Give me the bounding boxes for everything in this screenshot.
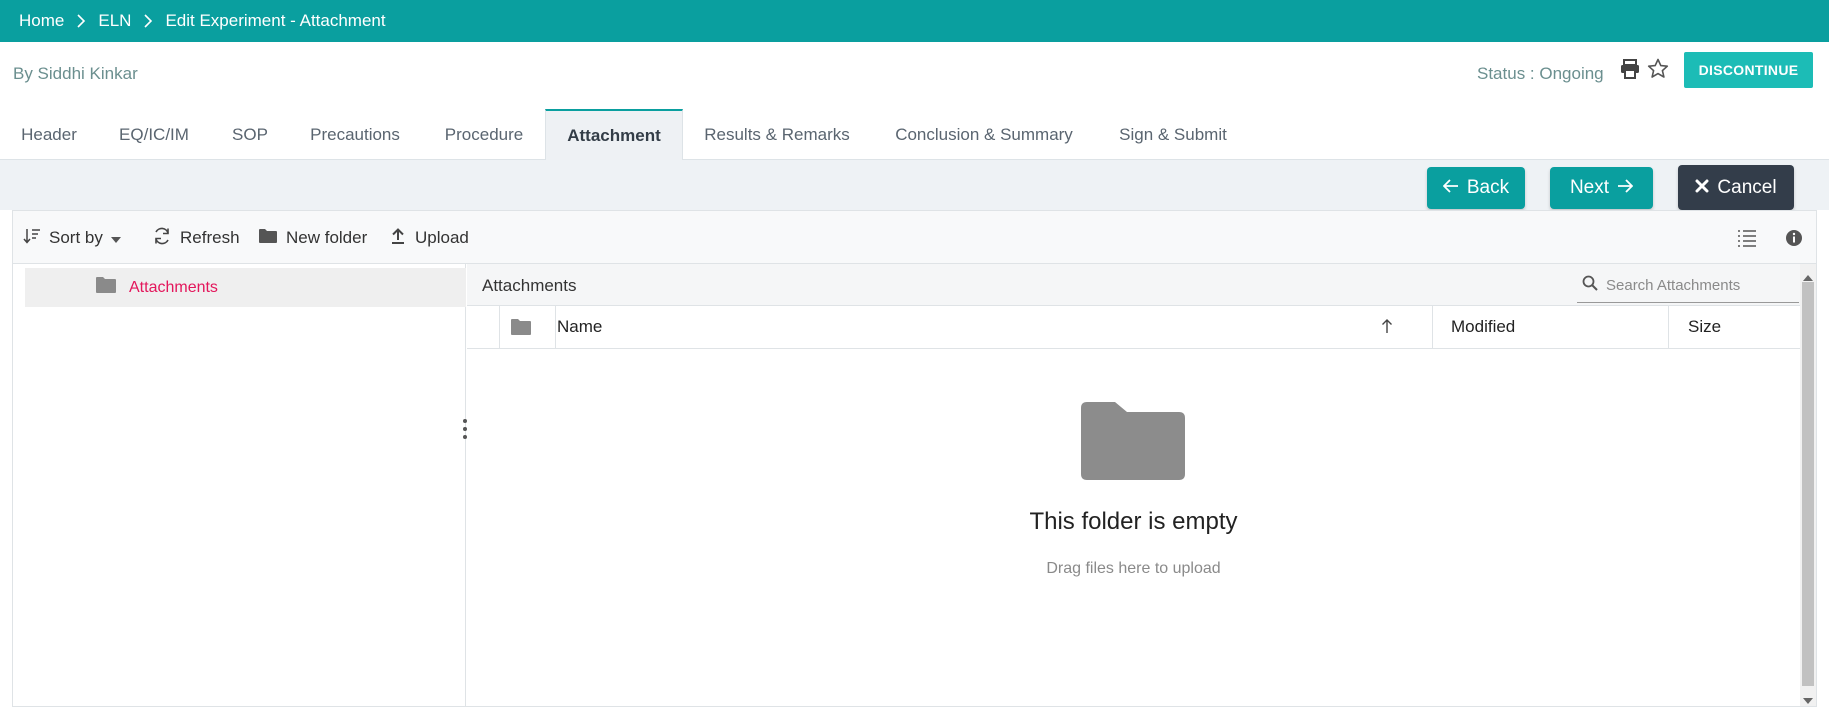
sort-ascending-icon <box>1381 318 1393 339</box>
column-divider <box>555 306 556 348</box>
search-box <box>1577 268 1799 303</box>
breadcrumb: Home ELN Edit Experiment - Attachment <box>0 0 1829 42</box>
discontinue-button[interactable]: DISCONTINUE <box>1684 52 1813 88</box>
list-view-icon[interactable] <box>1737 225 1757 251</box>
empty-folder-area: This folder is empty Drag files here to … <box>467 350 1800 706</box>
tab-conclusion-summary[interactable]: Conclusion & Summary <box>880 110 1088 160</box>
print-icon[interactable] <box>1619 58 1641 80</box>
sort-by-button[interactable]: Sort by <box>23 225 121 251</box>
arrow-left-icon <box>1442 177 1459 199</box>
empty-folder-title: This folder is empty <box>1029 508 1238 535</box>
chevron-right-icon <box>143 14 153 28</box>
caret-down-icon <box>110 228 121 248</box>
cancel-label: Cancel <box>1717 176 1777 198</box>
tree-node-attachments[interactable]: Attachments <box>25 268 466 307</box>
folder-icon <box>95 276 117 299</box>
tab-eq-ic-im[interactable]: EQ/IC/IM <box>106 110 202 160</box>
sort-by-label: Sort by <box>49 228 103 247</box>
chevron-right-icon <box>76 14 86 28</box>
refresh-button[interactable]: Refresh <box>152 225 240 251</box>
status-label: Status : Ongoing <box>1477 64 1604 83</box>
current-path: Attachments <box>482 276 577 295</box>
column-header-size[interactable]: Size <box>1688 306 1788 348</box>
experiment-header: By Siddhi Kinkar Status : Ongoing DISCON… <box>0 42 1829 104</box>
new-folder-label: New folder <box>286 228 368 247</box>
path-bar: Attachments <box>467 264 1816 306</box>
column-header-name[interactable]: Name <box>557 306 1418 348</box>
folder-icon <box>258 228 278 249</box>
breadcrumb-eln[interactable]: ELN <box>98 11 131 31</box>
arrow-right-icon <box>1617 177 1634 199</box>
vertical-scrollbar[interactable] <box>1800 264 1816 706</box>
refresh-label: Refresh <box>180 228 240 247</box>
empty-folder-subtitle: Drag files here to upload <box>1046 560 1221 577</box>
experiment-tabs: Header EQ/IC/IM SOP Precautions Procedur… <box>0 104 1829 161</box>
info-icon[interactable] <box>1785 225 1803 251</box>
column-divider <box>499 306 500 348</box>
next-label: Next <box>1569 177 1610 198</box>
splitter-handle-icon[interactable] <box>462 418 468 445</box>
grid-header: Name Modified Size <box>467 306 1800 349</box>
column-name-label: Name <box>557 317 603 336</box>
scroll-down-icon[interactable] <box>1803 692 1813 710</box>
tab-precautions[interactable]: Precautions <box>298 110 412 160</box>
back-label: Back <box>1466 177 1510 198</box>
breadcrumb-home[interactable]: Home <box>19 11 64 31</box>
column-header-modified[interactable]: Modified <box>1451 306 1671 348</box>
next-button[interactable]: Next <box>1550 167 1653 209</box>
back-button[interactable]: Back <box>1427 167 1525 209</box>
tab-procedure[interactable]: Procedure <box>430 110 538 160</box>
author-label: By Siddhi Kinkar <box>13 64 138 83</box>
breadcrumb-current: Edit Experiment - Attachment <box>165 11 386 30</box>
scrollbar-thumb[interactable] <box>1802 282 1814 686</box>
tab-sop[interactable]: SOP <box>218 110 282 160</box>
upload-icon <box>389 227 407 250</box>
star-icon[interactable] <box>1646 57 1670 81</box>
folder-icon <box>1081 402 1185 485</box>
folder-icon <box>501 306 541 348</box>
tab-attachment[interactable]: Attachment <box>545 109 683 161</box>
search-icon <box>1582 275 1598 296</box>
close-icon <box>1695 177 1709 199</box>
file-manager-toolbar: Sort by Refresh New folder Upload <box>13 211 1816 264</box>
search-input[interactable] <box>1606 276 1791 294</box>
upload-button[interactable]: Upload <box>389 225 469 251</box>
sort-icon <box>23 227 41 250</box>
navigation-pane: Attachments <box>13 264 466 706</box>
file-manager: Sort by Refresh New folder Upload Attach… <box>12 210 1817 707</box>
column-divider <box>1668 306 1669 348</box>
cancel-button[interactable]: Cancel <box>1678 165 1794 210</box>
refresh-icon <box>152 226 172 251</box>
tree-node-label: Attachments <box>129 278 218 296</box>
column-divider <box>1432 306 1433 348</box>
tab-results-remarks[interactable]: Results & Remarks <box>695 110 859 160</box>
content-pane: Attachments Name Modified Size <box>467 264 1816 706</box>
action-bar: Back Next Cancel <box>0 160 1829 210</box>
tab-sign-submit[interactable]: Sign & Submit <box>1108 110 1238 160</box>
new-folder-button[interactable]: New folder <box>258 225 367 251</box>
upload-label: Upload <box>415 228 469 247</box>
tab-header[interactable]: Header <box>5 110 93 160</box>
